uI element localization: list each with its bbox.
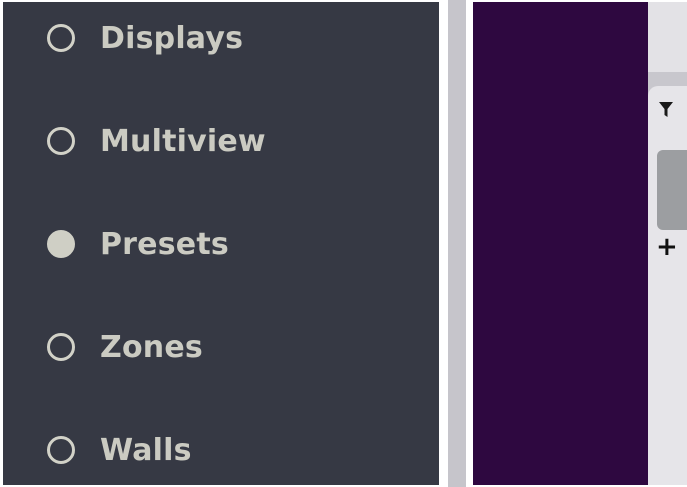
filter-icon[interactable]	[659, 102, 673, 118]
presets-panel: +	[648, 2, 687, 485]
sidebar-item-label: Walls	[100, 432, 192, 468]
sidebar-item-presets[interactable]: Presets	[47, 224, 229, 264]
radio-checked-icon[interactable]	[47, 230, 75, 258]
panel-body	[648, 86, 687, 485]
sidebar-item-label: Multiview	[100, 123, 266, 159]
preset-thumbnail[interactable]	[657, 150, 687, 230]
sidebar-item-label: Zones	[100, 329, 203, 365]
radio-unchecked-icon[interactable]	[47, 436, 75, 464]
sidebar-nav: Displays Multiview Presets Zones Walls	[3, 2, 439, 485]
sidebar-item-zones[interactable]: Zones	[47, 327, 203, 367]
radio-unchecked-icon[interactable]	[47, 333, 75, 361]
add-preset-button[interactable]: +	[656, 234, 678, 260]
pane-divider	[466, 0, 473, 487]
sidebar-item-displays[interactable]: Displays	[47, 18, 243, 58]
panel-header	[648, 2, 687, 72]
sidebar-item-walls[interactable]: Walls	[47, 430, 192, 470]
sidebar-item-label: Presets	[100, 226, 229, 262]
sidebar-item-multiview[interactable]: Multiview	[47, 121, 266, 161]
app-window: Displays Multiview Presets Zones Walls +	[0, 0, 687, 487]
radio-unchecked-icon[interactable]	[47, 24, 75, 52]
radio-unchecked-icon[interactable]	[47, 127, 75, 155]
preview-canvas[interactable]	[473, 2, 648, 485]
sidebar-item-label: Displays	[100, 20, 244, 56]
pane-resize-handle[interactable]	[448, 0, 466, 487]
pane-divider	[439, 0, 448, 487]
